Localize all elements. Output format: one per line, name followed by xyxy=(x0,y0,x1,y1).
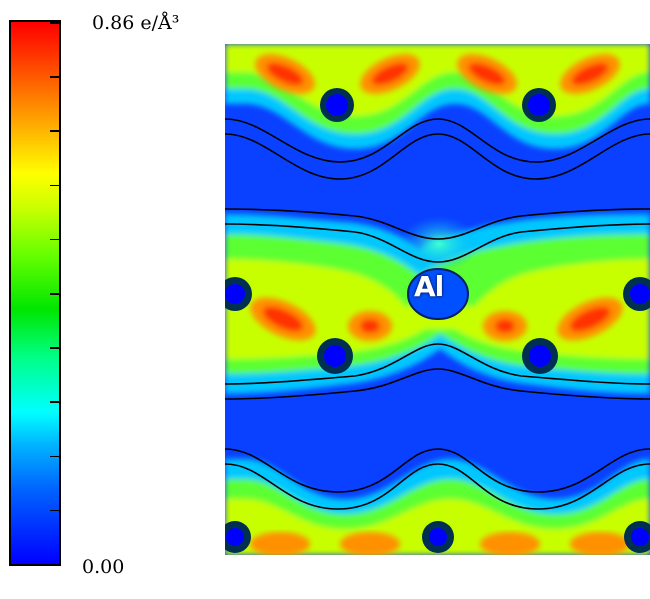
colorbar-tick xyxy=(50,347,59,349)
colorbar-tick xyxy=(50,184,59,187)
colorbar-tick xyxy=(50,238,59,241)
colorbar-min-label: 0.00 xyxy=(82,556,125,578)
atom-label-al: Al xyxy=(414,270,444,303)
colorbar-tick xyxy=(50,455,59,458)
colorbar-tick xyxy=(50,130,59,132)
colorbar-tick xyxy=(50,401,59,403)
colorbar-tick xyxy=(50,22,59,24)
colorbar-tick xyxy=(50,509,59,512)
colorbar-tick xyxy=(50,293,59,295)
colorbar-tick xyxy=(50,564,59,566)
colorbar-tick xyxy=(50,76,59,78)
colorbar-max-label: 0.86 e/Å³ xyxy=(92,12,180,34)
